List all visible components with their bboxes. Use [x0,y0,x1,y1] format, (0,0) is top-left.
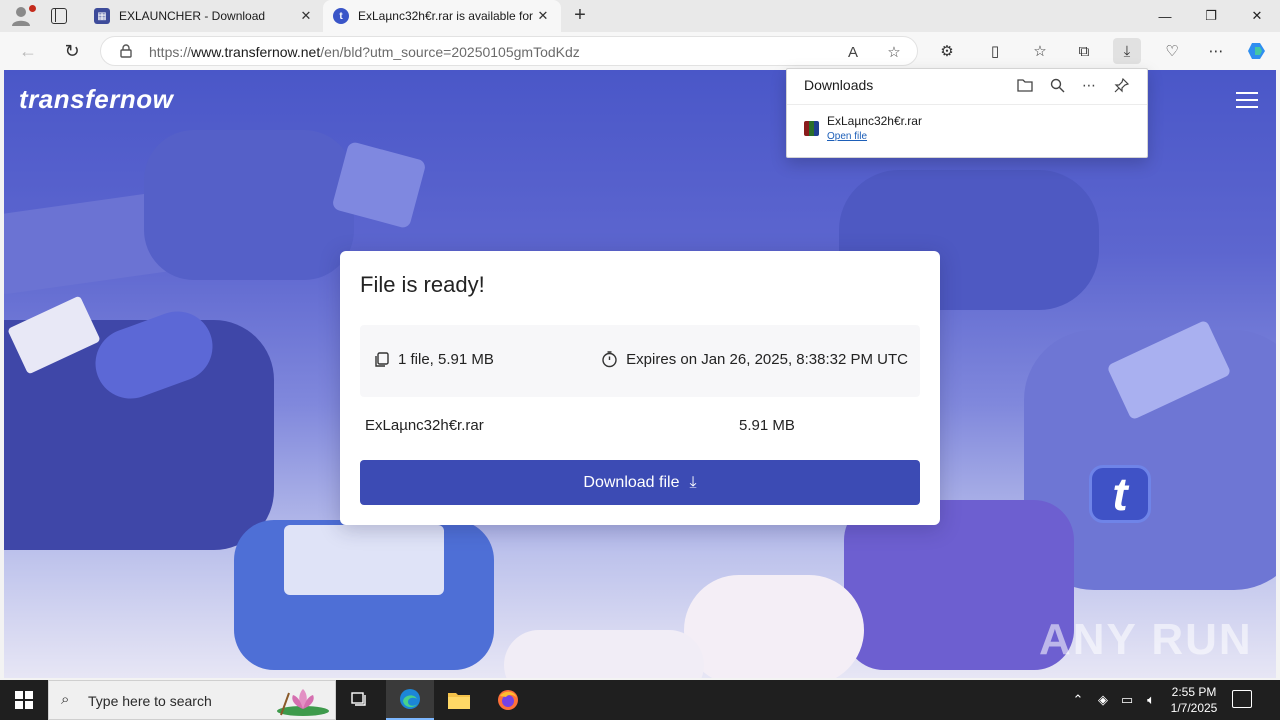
download-file-button[interactable]: Download file ⤓ [360,460,920,505]
search-placeholder: Type here to search [88,693,212,709]
clock-date: 1/7/2025 [1170,701,1218,715]
download-button-label: Download file [583,473,680,491]
transfernow-badge-icon: t [1089,465,1151,523]
security-tray-icon[interactable]: ◈ [1093,680,1113,720]
tab-transfernow[interactable]: t ExLaµnc32h€r.rar is available for down… [323,0,561,32]
show-hidden-icons-chevron-icon[interactable]: ⌃ [1068,680,1088,720]
favorite-star-icon[interactable]: ☆ [884,42,904,62]
notification-dot [29,5,36,12]
taskbar: ⌕ Type here to search ⌃ ◈ ▭ 🔈︎ 2:55 PM 1… [0,680,1280,720]
copy-icon [375,351,389,367]
open-file-link[interactable]: Open file [827,131,867,142]
download-item-name[interactable]: ExLaµnc32h€r.rar [827,114,922,128]
more-downloads-options-icon[interactable]: ⋯ [1078,75,1100,95]
divider [787,104,1147,105]
search-icon [1050,78,1064,92]
refresh-button[interactable]: ↻ [59,39,85,63]
downloads-panel-title: Downloads [804,77,874,93]
system-clock[interactable]: 2:55 PM 1/7/2025 [1162,684,1226,716]
copilot-icon[interactable] [1243,38,1271,64]
extensions-icon[interactable]: ⚙ [933,38,961,64]
search-downloads-icon[interactable] [1046,75,1068,95]
folder-icon [448,693,470,709]
close-tab-icon[interactable]: ✕ [298,8,314,24]
expiry-text: Expires on Jan 26, 2025, 8:38:32 PM UTC [626,351,908,368]
copilot-logo [1248,43,1265,59]
download-arrow-icon: ⤓ [689,473,697,491]
more-options-icon[interactable]: ⋯ [1202,38,1230,64]
expiry-info: Expires on Jan 26, 2025, 8:38:32 PM UTC [601,351,908,368]
new-tab-button[interactable]: + [570,5,590,26]
downloads-icon[interactable]: ⤓ [1113,38,1141,64]
anyrun-watermark: ANY RUN [1039,615,1253,664]
profile-avatar[interactable] [10,5,36,27]
file-count-text: 1 file, 5.91 MB [398,351,494,368]
task-view-glyph [351,692,366,706]
close-window-button[interactable]: ✕ [1234,0,1280,32]
menu-icon[interactable] [1236,92,1258,108]
downloads-panel: Downloads ⋯ ExLaµnc32h€r.rar Open file [786,68,1148,158]
illustration-cloud [684,575,864,678]
transfernow-icon: t [333,8,349,24]
search-icon: ⌕ [61,691,70,708]
tab-actions-icon[interactable] [51,8,67,24]
transfernow-logo[interactable]: transfernow [19,84,173,115]
file-name: ExLaµnc32h€r.rar [365,417,484,434]
file-row: ExLaµnc32h€r.rar 5.91 MB [360,415,920,437]
open-folder-icon[interactable] [1014,75,1036,95]
file-explorer-icon[interactable] [435,680,483,720]
rar-file-icon [804,121,819,136]
url-text: https://www.transfernow.net/en/bld?utm_s… [149,44,580,60]
back-button[interactable]: ← [15,39,41,63]
firefox-icon[interactable] [484,680,532,720]
tab-title: EXLAUNCHER - Download [119,9,266,23]
maximize-button[interactable]: ❐ [1188,0,1234,32]
tab-exlauncher[interactable]: ▦ EXLAUNCHER - Download ✕ [84,0,324,32]
edge-taskbar-icon[interactable] [386,680,434,720]
split-screen-icon[interactable]: ▯ [981,38,1009,64]
folder-icon [1017,79,1033,92]
clock-time: 2:55 PM [1171,685,1217,699]
read-aloud-icon[interactable]: A [843,42,863,62]
windows-icon [15,691,33,709]
volume-icon[interactable]: 🔈︎ [1140,680,1162,720]
lock-icon [120,44,132,58]
file-count: 1 file, 5.91 MB [374,351,494,368]
pin-icon[interactable] [1110,75,1132,95]
taskbar-search[interactable]: ⌕ Type here to search [48,680,336,720]
file-size: 5.91 MB [739,417,795,434]
page-viewport: transfernow t ANY RUN File is ready! 1 f… [4,70,1276,678]
form-icon: ▦ [94,8,110,24]
network-icon[interactable]: ▭ [1116,680,1138,720]
address-bar[interactable]: https://www.transfernow.net/en/bld?utm_s… [100,36,918,66]
firefox-logo [498,690,518,710]
timer-icon [602,351,617,368]
file-summary: 1 file, 5.91 MB Expires on Jan 26, 2025,… [360,325,920,397]
illustration-cloud [504,630,704,678]
pushpin-icon [1114,77,1129,92]
task-view-icon[interactable] [336,680,384,720]
illustration-bin-papers [284,525,444,595]
collections-icon[interactable]: ⧉ [1070,38,1098,64]
start-button[interactable] [0,680,48,720]
close-tab-icon[interactable]: ✕ [535,8,551,24]
illustration-machine [144,130,354,280]
edge-icon [400,689,420,709]
card-title: File is ready! [360,272,485,297]
tab-title: ExLaµnc32h€r.rar is available for downlo… [358,9,535,23]
lotus-icon [277,689,329,716]
browser-essentials-icon[interactable]: ♡ [1158,38,1186,64]
notification-center-icon[interactable] [1232,690,1252,708]
favorites-icon[interactable]: ☆ [1026,38,1054,64]
tab-strip: ▦ EXLAUNCHER - Download ✕ t ExLaµnc32h€r… [0,0,1280,32]
toolbar: ← ↻ https://www.transfernow.net/en/bld?u… [0,32,1280,70]
minimize-button[interactable]: — [1142,0,1188,32]
download-card: File is ready! 1 file, 5.91 MB Expires o… [340,251,940,525]
